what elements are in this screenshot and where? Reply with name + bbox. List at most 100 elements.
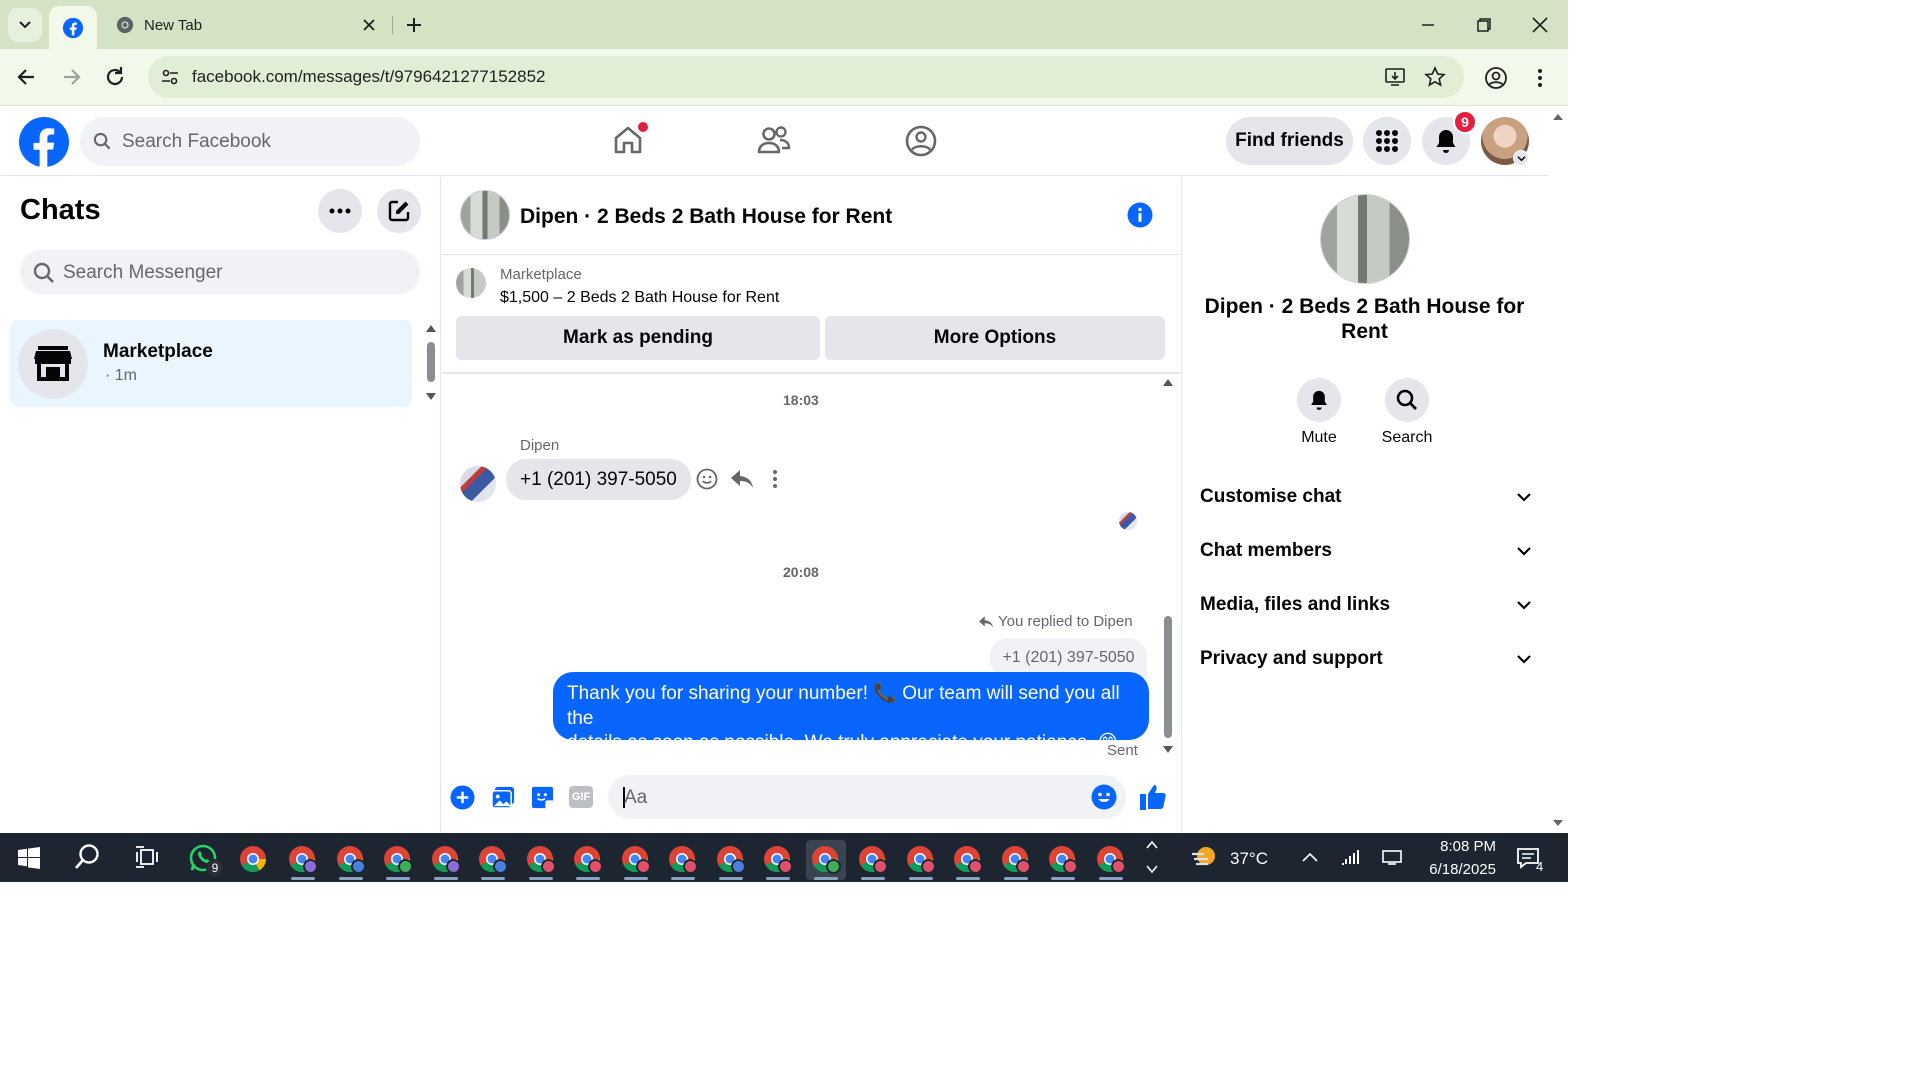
close-icon[interactable]	[362, 18, 376, 32]
chrome-profile-app[interactable]	[758, 840, 798, 880]
chat-list-item[interactable]: Marketplace · 1m	[10, 320, 412, 407]
battery-display-icon[interactable]	[1382, 849, 1402, 865]
chrome-profile-app[interactable]	[331, 840, 371, 880]
bookmark-star-icon[interactable]	[1424, 66, 1446, 88]
scroll-down-icon[interactable]	[1552, 818, 1564, 828]
more-options-button[interactable]: More Options	[825, 316, 1165, 360]
new-tab-icon[interactable]	[404, 15, 424, 35]
chrome-profile-app[interactable]	[378, 840, 418, 880]
minimize-button[interactable]	[1400, 0, 1456, 49]
mark-as-pending-button[interactable]: Mark as pending	[456, 316, 820, 360]
chrome-profile-app[interactable]	[663, 840, 703, 880]
react-emoji-icon[interactable]	[696, 468, 718, 490]
scroll-thumb[interactable]	[427, 342, 435, 382]
sticker-icon[interactable]	[530, 785, 555, 810]
clock-time[interactable]: 8:08 PM	[1430, 838, 1496, 855]
conversation-avatar[interactable]	[460, 190, 510, 240]
groups-icon[interactable]	[904, 124, 938, 158]
search-in-conversation-button[interactable]	[1385, 378, 1429, 422]
conversation-scrollbar[interactable]	[1160, 376, 1176, 760]
more-actions-plus-icon[interactable]	[450, 785, 475, 810]
listing-description[interactable]: $1,500 – 2 Beds 2 Bath House for Rent	[500, 289, 779, 307]
search-icon	[93, 132, 111, 150]
task-view-icon[interactable]	[135, 846, 159, 868]
wifi-icon[interactable]	[1340, 848, 1362, 866]
weather-icon[interactable]	[1190, 842, 1220, 872]
tab-search-button[interactable]	[8, 8, 42, 42]
search-icon[interactable]	[74, 843, 102, 871]
scroll-thumb[interactable]	[1164, 616, 1172, 738]
chrome-profile-app[interactable]	[1091, 840, 1131, 880]
message-status: Sent	[1107, 742, 1138, 759]
chrome-profile-app[interactable]	[616, 840, 656, 880]
find-friends-button[interactable]: Find friends	[1226, 117, 1353, 165]
taskbar-scroll[interactable]	[1144, 838, 1160, 878]
conversation-title[interactable]: Dipen · 2 Beds 2 Bath House for Rent	[520, 205, 892, 229]
chrome-profile-app[interactable]	[1043, 840, 1083, 880]
received-message-bubble[interactable]: +1 (201) 397-5050	[506, 459, 691, 500]
chrome-profile-app[interactable]	[853, 840, 893, 880]
menu-button[interactable]	[1363, 117, 1411, 165]
more-vertical-icon[interactable]	[768, 468, 782, 490]
new-message-button[interactable]	[377, 189, 421, 233]
whatsapp-app[interactable]: 9	[186, 839, 226, 879]
temperature-text[interactable]: 37°C	[1230, 849, 1268, 869]
facebook-logo-icon[interactable]	[19, 117, 69, 167]
chrome-profile-app[interactable]	[283, 840, 323, 880]
address-bar[interactable]: facebook.com/messages/t/9796421277152852	[148, 56, 1464, 98]
back-icon[interactable]	[12, 62, 42, 92]
chrome-profile-app[interactable]	[426, 840, 466, 880]
nav-home[interactable]	[596, 115, 660, 167]
search-action[interactable]: Search	[1377, 378, 1437, 450]
site-info-icon[interactable]	[160, 67, 180, 87]
profile-badge-icon	[1063, 859, 1078, 874]
tab-facebook[interactable]	[49, 6, 97, 49]
windows-start-icon[interactable]	[18, 847, 40, 869]
clock-date[interactable]: 6/18/2025	[1420, 861, 1496, 878]
menu-kebab-icon[interactable]	[1530, 66, 1550, 90]
reply-icon[interactable]	[730, 468, 754, 490]
emoji-icon[interactable]	[1091, 784, 1117, 810]
privacy-support-section[interactable]: Privacy and support	[1200, 639, 1532, 679]
action-center[interactable]: 4	[1514, 843, 1554, 875]
like-thumb-icon[interactable]	[1138, 782, 1168, 812]
close-window-button[interactable]	[1512, 0, 1568, 49]
account-chevron[interactable]	[1513, 150, 1529, 166]
chrome-profile-app[interactable]	[948, 840, 988, 880]
chats-options-button[interactable]	[318, 189, 362, 233]
media-files-links-section[interactable]: Media, files and links	[1200, 585, 1532, 625]
mute-button[interactable]	[1297, 378, 1341, 422]
chrome-profile-app[interactable]	[711, 840, 751, 880]
mute-action[interactable]: Mute	[1289, 378, 1349, 450]
friends-icon[interactable]	[756, 124, 792, 156]
attach-photo-icon[interactable]	[491, 785, 516, 810]
message-input[interactable]: Aa	[608, 775, 1126, 819]
sent-message-bubble[interactable]: Thank you for sharing your number! 📞 Our…	[553, 672, 1149, 753]
install-app-icon[interactable]	[1384, 66, 1406, 88]
chat-list-scrollbar[interactable]	[424, 322, 438, 404]
chrome-profile-app[interactable]	[473, 840, 513, 880]
chrome-profile-app[interactable]	[996, 840, 1036, 880]
messenger-search-input[interactable]: Search Messenger	[20, 250, 420, 294]
scroll-up-icon[interactable]	[1552, 112, 1564, 122]
profile-icon[interactable]	[1484, 66, 1508, 90]
chat-members-section[interactable]: Chat members	[1200, 531, 1532, 571]
chrome-profile-app[interactable]	[901, 840, 941, 880]
facebook-search-input[interactable]: Search Facebook	[80, 117, 420, 166]
page-scrollbar[interactable]	[1548, 106, 1568, 833]
reload-icon[interactable]	[100, 62, 130, 92]
gif-icon[interactable]: GIF	[569, 786, 593, 808]
forward-icon[interactable]	[56, 62, 86, 92]
restore-button[interactable]	[1456, 0, 1512, 49]
chrome-profile-app[interactable]	[568, 840, 608, 880]
chrome-profile-app[interactable]	[521, 840, 561, 880]
sender-avatar[interactable]	[460, 466, 496, 502]
details-avatar[interactable]	[1320, 194, 1410, 284]
url-text[interactable]: facebook.com/messages/t/9796421277152852	[192, 67, 545, 87]
customise-chat-section[interactable]: Customise chat	[1200, 477, 1532, 517]
chrome-profile-app[interactable]	[805, 840, 846, 880]
tab-new-tab[interactable]: New Tab	[106, 8, 386, 42]
chrome-icon[interactable]	[239, 845, 267, 873]
conversation-info-button[interactable]	[1126, 201, 1154, 229]
show-hidden-icons-icon[interactable]	[1301, 851, 1319, 863]
